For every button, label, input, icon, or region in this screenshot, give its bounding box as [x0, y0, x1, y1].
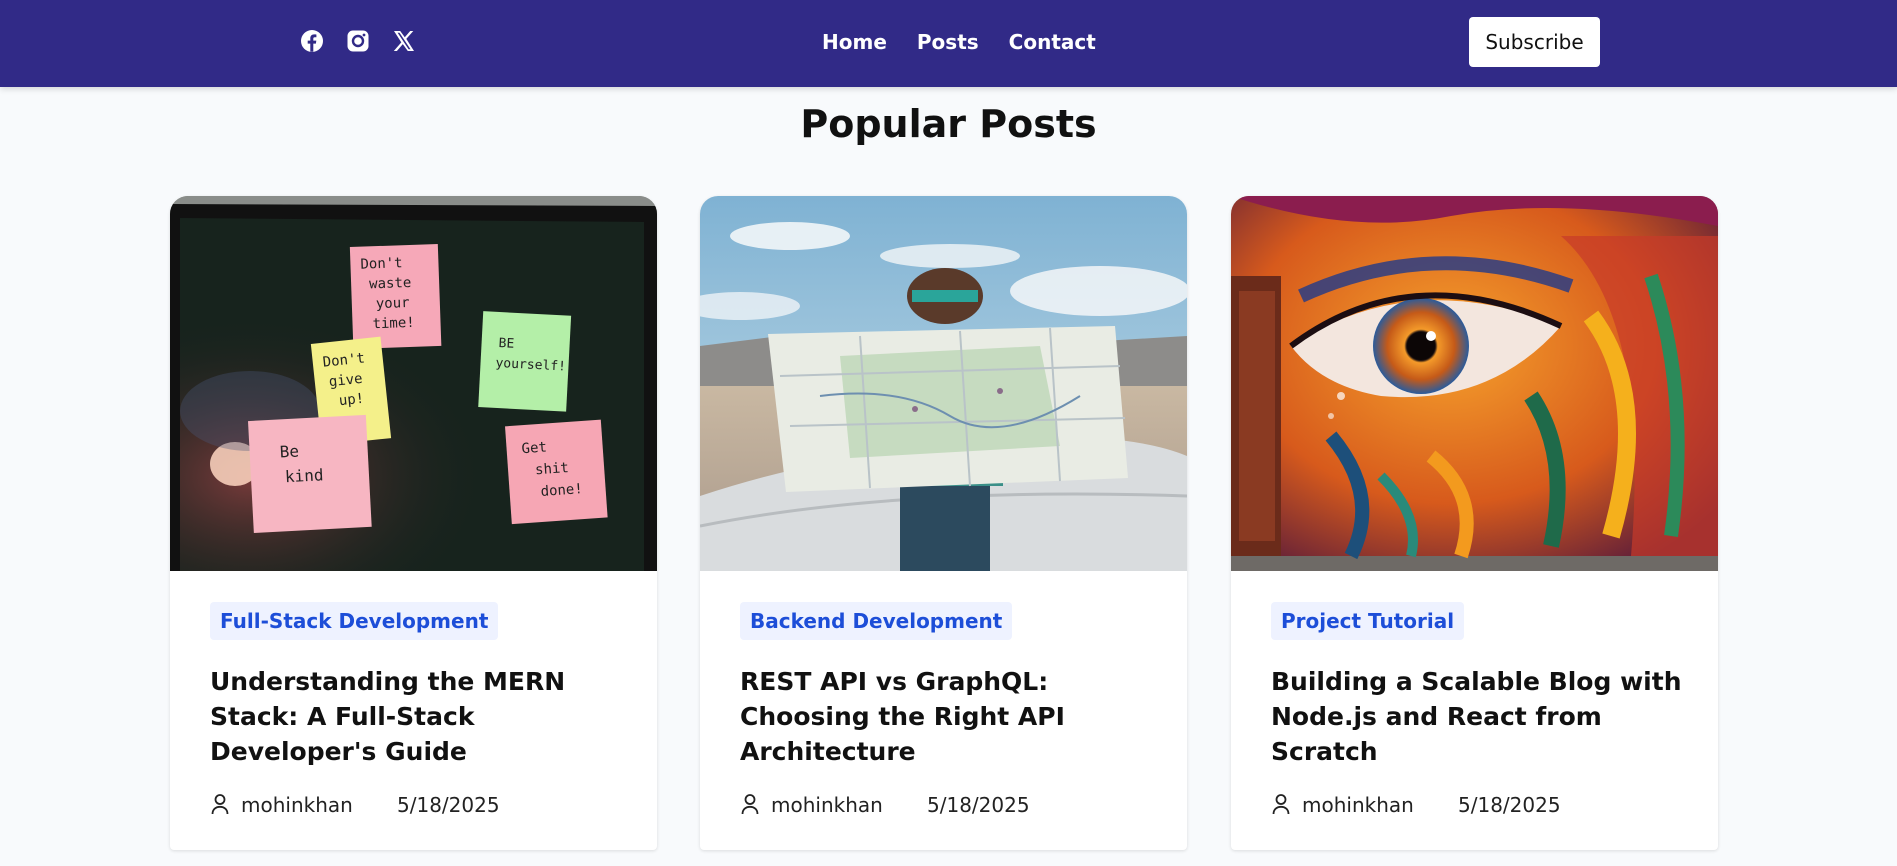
post-title[interactable]: Understanding the MERN Stack: A Full-Sta…: [210, 664, 630, 769]
user-icon: [741, 794, 759, 815]
post-card[interactable]: Don't waste your time! Don't give up! BE…: [170, 196, 657, 850]
post-date: 5/18/2025: [927, 793, 1030, 817]
post-author: mohinkhan: [1302, 793, 1414, 817]
post-meta: mohinkhan 5/18/2025: [210, 791, 630, 819]
svg-text:Get: Get: [521, 439, 547, 457]
user-icon: [1272, 794, 1290, 815]
section-title: Popular Posts: [800, 102, 1097, 146]
post-image-eye-mural[interactable]: [1231, 196, 1718, 571]
post-date: 5/18/2025: [397, 793, 500, 817]
svg-text:time!: time!: [372, 315, 415, 332]
category-badge[interactable]: Project Tutorial: [1271, 602, 1465, 640]
post-meta: mohinkhan 5/18/2025: [740, 791, 1160, 819]
instagram-icon[interactable]: [346, 29, 370, 53]
post-card[interactable]: Backend Development REST API vs GraphQL:…: [700, 196, 1187, 850]
subscribe-button[interactable]: Subscribe: [1469, 17, 1600, 67]
social-links: [300, 29, 416, 53]
post-image-sticky-notes[interactable]: Don't waste your time! Don't give up! BE…: [170, 196, 657, 571]
post-date: 5/18/2025: [1458, 793, 1561, 817]
post-author: mohinkhan: [771, 793, 883, 817]
facebook-icon[interactable]: [300, 29, 324, 53]
post-meta: mohinkhan 5/18/2025: [1271, 791, 1691, 819]
svg-text:waste: waste: [369, 275, 412, 292]
nav-contact-link[interactable]: Contact: [1009, 27, 1096, 57]
user-icon: [211, 794, 229, 815]
svg-text:your: your: [376, 295, 410, 312]
nav-posts-link[interactable]: Posts: [917, 27, 979, 57]
category-badge[interactable]: Full-Stack Development: [210, 602, 499, 640]
svg-text:Don't: Don't: [360, 255, 403, 272]
svg-text:BE: BE: [498, 336, 514, 352]
post-card[interactable]: Project Tutorial Building a Scalable Blo…: [1231, 196, 1718, 850]
nav-home-link[interactable]: Home: [822, 27, 887, 57]
post-title[interactable]: REST API vs GraphQL: Choosing the Right …: [740, 664, 1160, 769]
post-title[interactable]: Building a Scalable Blog with Node.js an…: [1271, 664, 1691, 769]
x-icon[interactable]: [392, 29, 416, 53]
svg-text:done!: done!: [540, 481, 583, 500]
svg-text:kind: kind: [284, 465, 323, 486]
post-image-map-reader[interactable]: [700, 196, 1187, 571]
svg-text:Be: Be: [279, 441, 299, 461]
category-badge[interactable]: Backend Development: [740, 602, 1013, 640]
svg-text:shit: shit: [535, 460, 570, 478]
navbar: Home Posts Contact Subscribe: [0, 0, 1897, 87]
main-nav: Home Posts Contact: [822, 27, 1096, 57]
post-author: mohinkhan: [241, 793, 353, 817]
svg-text:up!: up!: [338, 391, 365, 410]
